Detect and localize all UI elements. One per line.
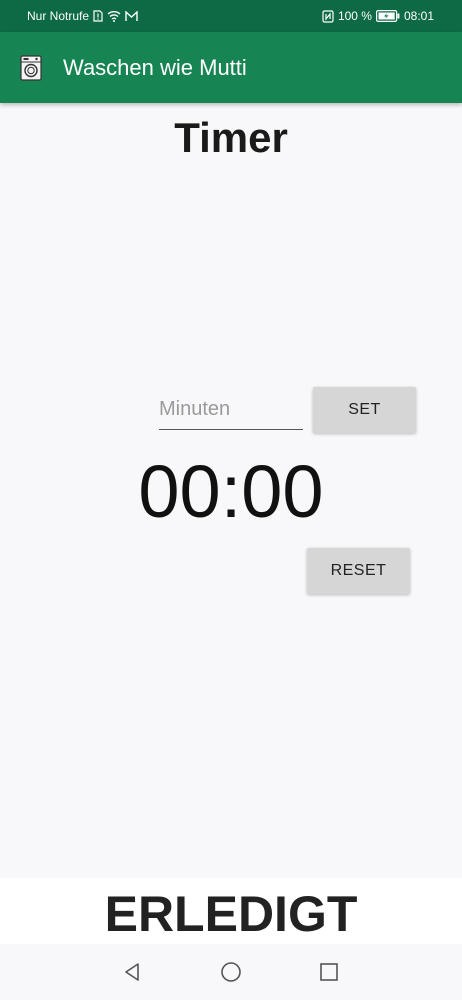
nfc-icon (322, 9, 334, 23)
mail-icon (125, 9, 138, 22)
page-title: Timer (174, 114, 288, 161)
status-left: Nur Notrufe (27, 9, 138, 23)
sim-alert-icon (93, 10, 103, 22)
minutes-input[interactable] (159, 393, 303, 430)
recents-icon[interactable] (317, 960, 341, 984)
app-bar: Waschen wie Mutti (0, 32, 462, 103)
carrier-text: Nur Notrufe (27, 9, 90, 23)
back-icon[interactable] (120, 960, 144, 984)
nav-bar (0, 944, 462, 1000)
wifi-icon (107, 10, 121, 22)
reset-button[interactable]: RESET (307, 548, 410, 594)
done-label: ERLEDIGT (104, 886, 358, 942)
battery-percent-text: 100 % (337, 9, 372, 23)
battery-icon (375, 10, 400, 23)
status-bar: Nur Notrufe 100 % 08:01 (0, 0, 462, 32)
set-button[interactable]: SET (313, 387, 416, 433)
app-title: Waschen wie Mutti (63, 55, 247, 80)
clock-text: 08:01 (403, 9, 434, 23)
washing-machine-icon (20, 55, 42, 81)
timer-display: 00:00 (138, 450, 324, 533)
home-icon[interactable] (219, 960, 243, 984)
status-right: 100 % 08:01 (322, 9, 434, 23)
